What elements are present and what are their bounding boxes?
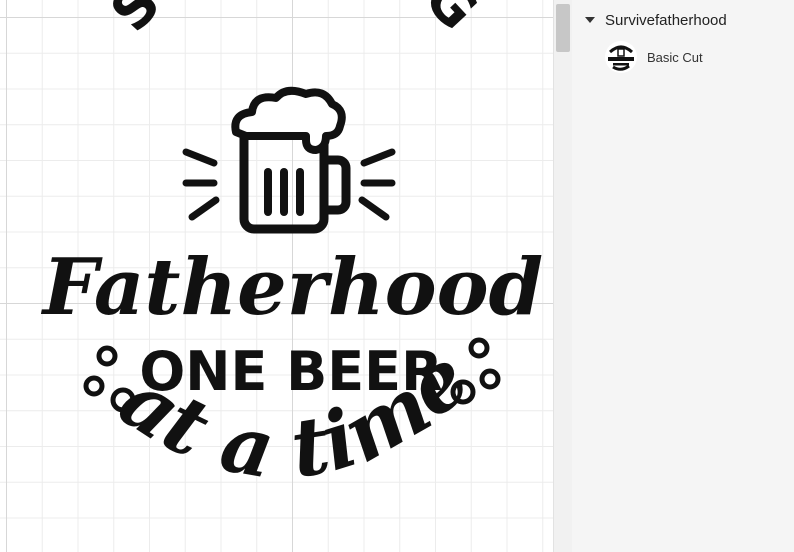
layer-item[interactable]: Basic Cut (572, 38, 794, 76)
layer-item-label: Basic Cut (647, 49, 703, 65)
main-text[interactable]: Fatherhood (41, 242, 543, 333)
layer-group-name: Survivefatherhood (605, 11, 727, 29)
beer-mug-icon[interactable] (182, 86, 396, 234)
design-artwork[interactable]: SURVIVING Fatherhood ONE BEER (0, 0, 553, 552)
scrollbar-thumb[interactable] (556, 4, 570, 52)
canvas-scrollbar[interactable] (553, 0, 572, 552)
design-thumbnail-icon (605, 41, 637, 73)
caret-down-icon[interactable] (585, 17, 595, 23)
layers-panel: Survivefatherhood Basic Cut (572, 0, 794, 552)
design-canvas[interactable]: SURVIVING Fatherhood ONE BEER (0, 0, 553, 552)
arc-text[interactable]: SURVIVING (98, 0, 491, 44)
layer-group-row[interactable]: Survivefatherhood (572, 8, 794, 32)
